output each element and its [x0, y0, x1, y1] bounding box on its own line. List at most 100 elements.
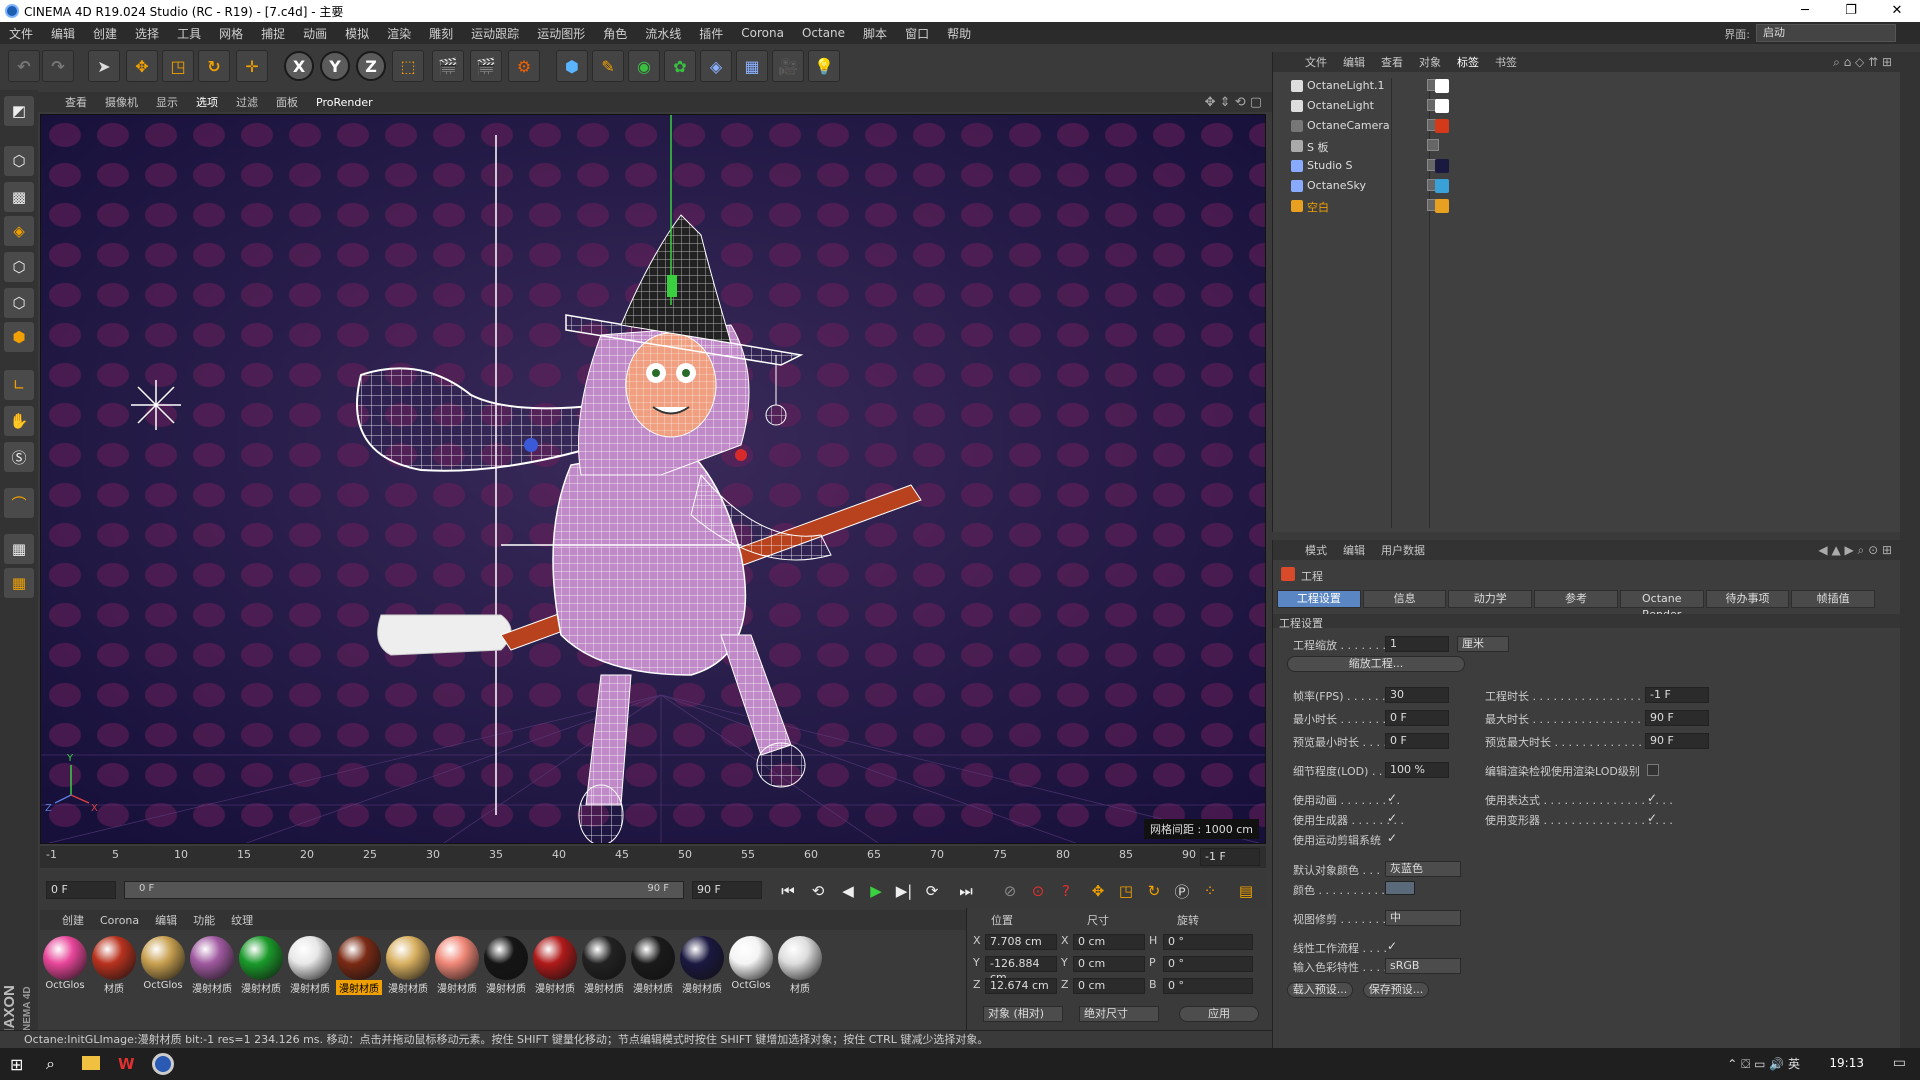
render-view-icon[interactable]: 🎬 [432, 50, 464, 82]
fps-field[interactable]: 30 [1385, 687, 1449, 703]
viewport-menu-view[interactable]: 查看 [56, 94, 96, 110]
object-row[interactable]: OctaneCamera [1273, 116, 1901, 136]
viewport-menu-options[interactable]: 选项 [187, 94, 227, 110]
coordinate-system-icon[interactable]: ⬚ [392, 50, 424, 82]
menu-mesh[interactable]: 网格 [210, 25, 252, 42]
object-row[interactable]: OctaneLight.1 [1273, 76, 1901, 96]
object-row[interactable]: 空白 [1273, 196, 1901, 216]
scale-project-button[interactable]: 缩放工程... [1287, 656, 1465, 672]
floor-icon[interactable]: ▦ [736, 50, 768, 82]
material-item[interactable]: 漫射材质 [630, 936, 676, 996]
material-item[interactable]: 漫射材质 [336, 936, 382, 996]
object-manager-tools-icons[interactable]: ⌕ ⌂ ◇ ⇈ ⊞ [1833, 55, 1892, 70]
menu-create[interactable]: 创建 [84, 25, 126, 42]
go-to-end-icon[interactable]: ⏭ [954, 879, 978, 903]
polygons-mode-icon[interactable]: ⬢ [4, 322, 34, 352]
light-icon[interactable]: 💡 [808, 50, 840, 82]
menu-sculpt[interactable]: 雕刻 [420, 25, 462, 42]
menu-edit[interactable]: 编辑 [42, 25, 84, 42]
use-animation-checkbox[interactable]: ✓ [1387, 792, 1399, 804]
object-row[interactable]: OctaneLight [1273, 96, 1901, 116]
object-tag-icon[interactable] [1435, 159, 1449, 173]
notification-icon[interactable]: ▭ [1893, 1055, 1906, 1071]
menu-mograph[interactable]: 运动图形 [528, 25, 594, 42]
go-to-start-icon[interactable]: ⏮ [776, 879, 800, 903]
octane-light-gizmo[interactable] [131, 380, 181, 430]
position-field[interactable]: -126.884 cm [985, 956, 1057, 984]
save-preset-button[interactable]: 保存预设... [1363, 982, 1429, 998]
end-frame-field[interactable]: 90 F [692, 881, 762, 899]
material-item[interactable]: 漫射材质 [189, 936, 235, 996]
undo-icon[interactable]: ↶ [8, 50, 40, 82]
close-button[interactable]: ✕ [1874, 0, 1920, 22]
wps-icon[interactable]: W [118, 1055, 135, 1073]
material-item[interactable]: OctGlos [140, 936, 186, 996]
points-mode-icon[interactable]: ⬡ [4, 252, 34, 282]
layout-select[interactable]: 启动 [1756, 24, 1896, 42]
load-preset-button[interactable]: 载入预设... [1287, 982, 1353, 998]
object-menu-bookmarks[interactable]: 书签 [1487, 54, 1525, 70]
lod-field[interactable]: 100 % [1385, 762, 1449, 778]
windows-start-icon[interactable]: ⊞ [10, 1055, 23, 1074]
material-menu-corona[interactable]: Corona [92, 914, 147, 927]
material-menu-function[interactable]: 功能 [185, 912, 223, 928]
deformer-icon[interactable]: ◈ [700, 50, 732, 82]
right-side-tabs[interactable] [1900, 52, 1920, 1050]
max-time-field[interactable]: 90 F [1645, 710, 1709, 726]
input-color-profile-select[interactable]: sRGB [1385, 958, 1461, 974]
viewport-menu-display[interactable]: 显示 [147, 94, 187, 110]
camera-icon[interactable]: 🎥 [772, 50, 804, 82]
menu-script[interactable]: 脚本 [854, 25, 896, 42]
tab-reference[interactable]: 参考 [1534, 590, 1618, 608]
file-explorer-icon[interactable] [82, 1056, 100, 1070]
menu-file[interactable]: 文件 [0, 25, 42, 42]
material-item[interactable]: 材质 [91, 936, 137, 996]
object-tag-icon[interactable] [1435, 79, 1449, 93]
rotate-icon[interactable]: ↻ [198, 50, 230, 82]
menu-octane[interactable]: Octane [793, 26, 854, 40]
object-row[interactable]: S 板 [1273, 136, 1901, 156]
object-row[interactable]: Studio S [1273, 156, 1901, 176]
keyframe-selection-icon[interactable]: ? [1054, 879, 1078, 903]
material-item[interactable]: 漫射材质 [581, 936, 627, 996]
tweak-mode-icon[interactable]: ✋ [4, 406, 34, 436]
record-keys-icon[interactable]: ⊘ [998, 879, 1022, 903]
pen-icon[interactable]: ✎ [592, 50, 624, 82]
tab-info[interactable]: 信息 [1362, 590, 1447, 608]
min-time-field[interactable]: 0 F [1385, 710, 1449, 726]
witch-shoe-left[interactable] [578, 784, 624, 844]
menu-window[interactable]: 窗口 [896, 25, 938, 42]
rotation-field[interactable]: 0 ° [1163, 956, 1253, 972]
apply-button[interactable]: 应用 [1179, 1006, 1259, 1022]
play-icon[interactable]: ▶ [864, 879, 888, 903]
previous-frame-icon[interactable]: ◀ [836, 879, 860, 903]
preview-min-field[interactable]: 0 F [1385, 733, 1449, 749]
autokey-icon[interactable]: ⊙ [1026, 879, 1050, 903]
position-field[interactable]: 7.708 cm [985, 934, 1057, 950]
select-arrow-icon[interactable]: ➤ [88, 50, 120, 82]
size-field[interactable]: 0 cm [1073, 934, 1145, 950]
tab-dynamics[interactable]: 动力学 [1448, 590, 1533, 608]
material-item[interactable]: 漫射材质 [287, 936, 333, 996]
default-color-select[interactable]: 灰蓝色 [1385, 861, 1461, 877]
object-menu-view[interactable]: 查看 [1373, 54, 1411, 70]
start-frame-field[interactable]: 0 F [46, 881, 116, 899]
menu-tools[interactable]: 工具 [168, 25, 210, 42]
viewport-menu-prorender[interactable]: ProRender [307, 96, 382, 109]
object-menu-edit[interactable]: 编辑 [1335, 54, 1373, 70]
planar-workplane-icon[interactable]: ▦ [4, 568, 34, 598]
material-item[interactable]: 漫射材质 [532, 936, 578, 996]
rotation-field[interactable]: 0 ° [1163, 934, 1253, 950]
viewport-nav-icons[interactable]: ✥ ⇕ ⟲ ▢ [1205, 95, 1262, 110]
redo-icon[interactable]: ↷ [42, 50, 74, 82]
edges-mode-icon[interactable]: ⬡ [4, 288, 34, 318]
menu-select[interactable]: 选择 [126, 25, 168, 42]
view-clipping-select[interactable]: 中 [1385, 910, 1461, 926]
viewport-menu-filter[interactable]: 过滤 [227, 94, 267, 110]
material-item[interactable]: 漫射材质 [385, 936, 431, 996]
use-motion-system-checkbox[interactable]: ✓ [1387, 832, 1399, 844]
object-tag-icon[interactable] [1435, 99, 1449, 113]
attr-menu-userdata[interactable]: 用户数据 [1373, 542, 1433, 558]
material-item[interactable]: 漫射材质 [679, 936, 725, 996]
cinema4d-taskbar-icon[interactable] [152, 1053, 174, 1075]
